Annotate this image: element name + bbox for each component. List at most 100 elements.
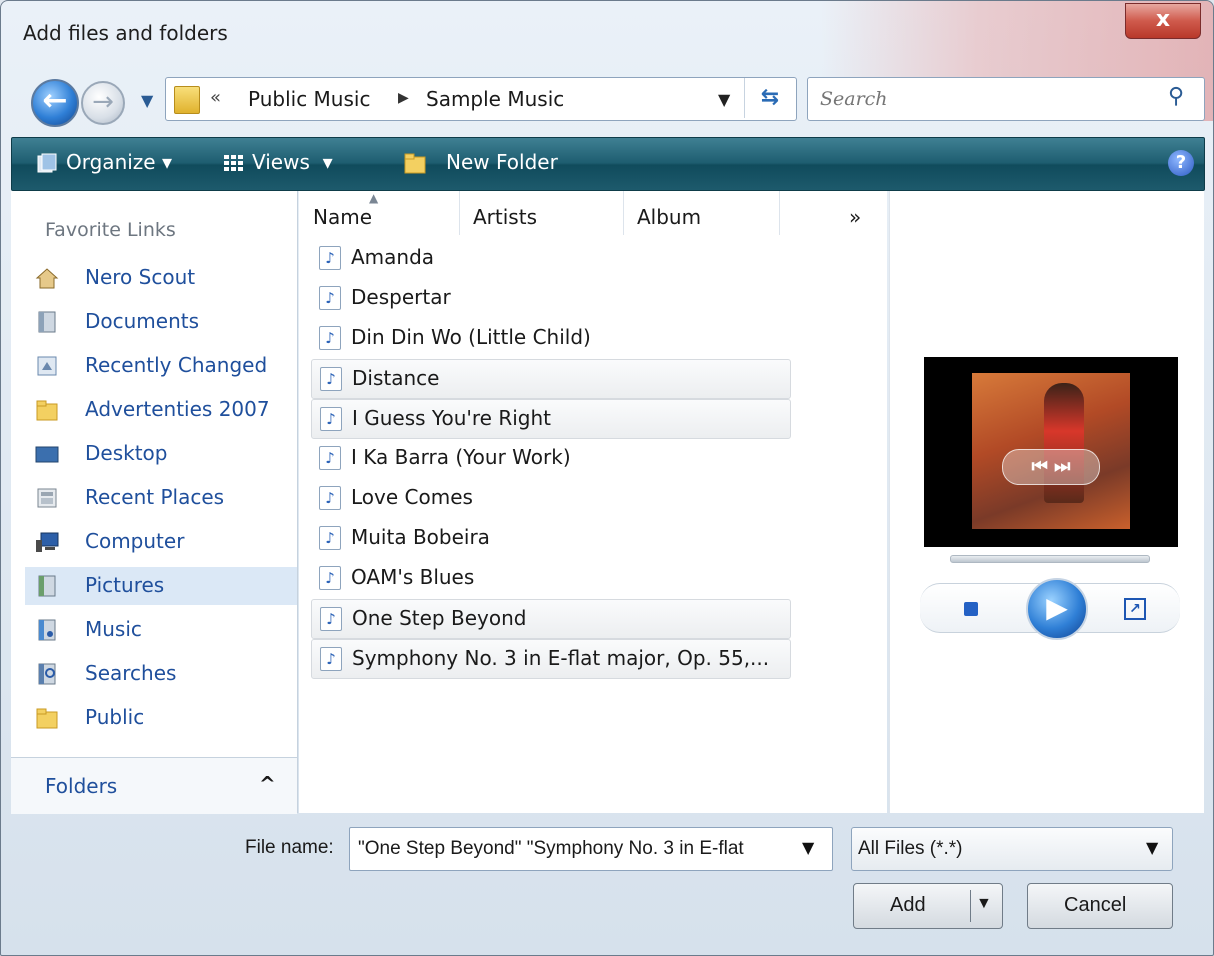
favorite-links-header: Favorite Links: [45, 219, 176, 241]
add-button[interactable]: Add ▼: [853, 883, 1003, 929]
add-files-dialog: Add files and folders x ← → ▼ « Public M…: [0, 0, 1214, 956]
breadcrumb-public-music[interactable]: Public Music: [248, 87, 370, 111]
nero-scout-icon: [35, 268, 59, 289]
navigation-row: ← → ▼ « Public Music ▶ Sample Music ▼ ⇆ …: [1, 69, 1213, 127]
views-icon: [224, 155, 243, 171]
music-file-icon: ♪: [319, 526, 341, 550]
breadcrumb-overflow[interactable]: «: [210, 87, 221, 108]
chevron-down-icon[interactable]: ▼: [802, 838, 814, 857]
new-folder-button[interactable]: New Folder: [446, 150, 558, 174]
file-row[interactable]: ♪ Distance: [311, 359, 791, 399]
file-row[interactable]: ♪ One Step Beyond: [311, 599, 791, 639]
file-row[interactable]: ♪ Muita Bobeira: [311, 519, 789, 557]
chevron-down-icon[interactable]: ▼: [976, 895, 992, 913]
computer-icon: [36, 532, 59, 552]
file-name: I Ka Barra (Your Work): [351, 445, 571, 469]
sidebar-item-music[interactable]: Music: [25, 611, 297, 649]
sidebar-item-label: Searches: [85, 661, 177, 685]
split-divider: [970, 890, 971, 922]
recent-places-icon: [37, 488, 57, 508]
play-button[interactable]: ▶: [1026, 578, 1088, 640]
seek-bar[interactable]: [950, 555, 1150, 563]
playback-controls: ▶ ↗: [920, 578, 1180, 640]
file-row[interactable]: ♪ OAM's Blues: [311, 559, 789, 597]
chevron-down-icon[interactable]: ▼: [1146, 838, 1158, 857]
stop-button[interactable]: [964, 602, 978, 616]
column-header-name[interactable]: ▲ Name: [299, 191, 460, 235]
pictures-icon: [38, 575, 56, 597]
file-row[interactable]: ♪ Amanda: [311, 239, 789, 277]
music-file-icon: ♪: [319, 326, 341, 350]
search-input[interactable]: [818, 84, 1152, 114]
file-row[interactable]: ♪ Symphony No. 3 in E-flat major, Op. 55,…: [311, 639, 791, 679]
cancel-button[interactable]: Cancel: [1027, 883, 1173, 929]
album-art: ⏮ ⏭: [972, 373, 1130, 529]
column-header-label: Name: [313, 205, 373, 229]
search-box[interactable]: ⚲: [807, 77, 1205, 121]
sidebar-item-pictures[interactable]: Pictures: [25, 567, 297, 605]
file-name: Symphony No. 3 in E-flat major, Op. 55,.…: [352, 646, 770, 670]
expand-icon[interactable]: ↗: [1124, 598, 1146, 620]
sidebar-item-documents[interactable]: Documents: [25, 303, 297, 341]
file-name: OAM's Blues: [351, 565, 475, 589]
sidebar-item-searches[interactable]: Searches: [25, 655, 297, 693]
sidebar-item-computer[interactable]: Computer: [25, 523, 297, 561]
preview-pane: ⏮ ⏭ ▶ ↗: [889, 191, 1204, 813]
chevron-up-icon[interactable]: ^: [259, 772, 276, 796]
file-name-field[interactable]: "One Step Beyond" "Symphony No. 3 in E-f…: [349, 827, 833, 871]
views-button[interactable]: Views ▾: [252, 150, 333, 174]
column-header-album[interactable]: Album: [623, 191, 780, 235]
breadcrumb-sample-music[interactable]: Sample Music: [426, 87, 564, 111]
file-row[interactable]: ♪ I Ka Barra (Your Work): [311, 439, 789, 477]
back-button[interactable]: ←: [31, 79, 79, 127]
breadcrumb-separator-icon[interactable]: ▶: [398, 90, 409, 106]
music-file-icon: ♪: [320, 367, 342, 391]
file-row[interactable]: ♪ Despertar: [311, 279, 789, 317]
sidebar-item-recent-places[interactable]: Recent Places: [25, 479, 297, 517]
documents-icon: [38, 311, 56, 333]
file-name: One Step Beyond: [352, 606, 527, 630]
sidebar-item-advertenties-2007[interactable]: Advertenties 2007: [25, 391, 297, 429]
sidebar-item-recently-changed[interactable]: Recently Changed: [25, 347, 297, 385]
new-folder-icon: [404, 153, 426, 174]
file-name-label: File name:: [245, 837, 334, 858]
add-button-label: Add: [890, 894, 926, 916]
history-dropdown-icon[interactable]: ▼: [141, 91, 153, 110]
column-header-label: Album: [637, 205, 702, 229]
sidebar-item-desktop[interactable]: Desktop: [25, 435, 297, 473]
skip-controls-overlay[interactable]: ⏮ ⏭: [1002, 449, 1100, 485]
navigation-pane: Favorite Links Nero Scout Documents Rece…: [11, 191, 298, 814]
music-file-icon: ♪: [319, 486, 341, 510]
album-art-figure: [1044, 383, 1084, 503]
views-label: Views: [252, 150, 310, 174]
music-file-icon: ♪: [319, 446, 341, 470]
refresh-button[interactable]: ⇆: [744, 78, 795, 118]
file-name-value[interactable]: "One Step Beyond" "Symphony No. 3 in E-f…: [358, 838, 798, 860]
file-name: Despertar: [351, 285, 451, 309]
address-dropdown-icon[interactable]: ▼: [718, 90, 730, 109]
folder-icon: [36, 708, 58, 729]
folder-icon: [174, 86, 200, 114]
file-row[interactable]: ♪ Din Din Wo (Little Child): [311, 319, 789, 357]
file-type-select[interactable]: All Files (*.*) ▼: [851, 827, 1173, 871]
music-file-icon: ♪: [319, 566, 341, 590]
sidebar-item-nero-scout[interactable]: Nero Scout: [25, 259, 297, 297]
sidebar-item-public[interactable]: Public: [25, 699, 297, 737]
file-name: I Guess You're Right: [352, 406, 552, 430]
column-header-artists[interactable]: Artists: [459, 191, 624, 235]
sidebar-item-label: Advertenties 2007: [85, 397, 270, 421]
organize-button[interactable]: Organize ▾: [66, 150, 172, 174]
search-icon[interactable]: ⚲: [1168, 84, 1184, 109]
window-title: Add files and folders: [23, 21, 228, 45]
more-columns-button[interactable]: »: [779, 191, 885, 235]
forward-button[interactable]: →: [81, 81, 125, 125]
music-file-icon: ♪: [319, 286, 341, 310]
address-bar[interactable]: « Public Music ▶ Sample Music ▼ ⇆: [165, 77, 797, 121]
help-icon[interactable]: ?: [1168, 150, 1194, 176]
file-row[interactable]: ♪ I Guess You're Right: [311, 399, 791, 439]
folders-toggle[interactable]: Folders ^: [11, 757, 297, 814]
file-row[interactable]: ♪ Love Comes: [311, 479, 789, 517]
organize-label: Organize: [66, 150, 156, 174]
close-button[interactable]: x: [1125, 3, 1201, 39]
sidebar-item-label: Computer: [85, 529, 185, 553]
